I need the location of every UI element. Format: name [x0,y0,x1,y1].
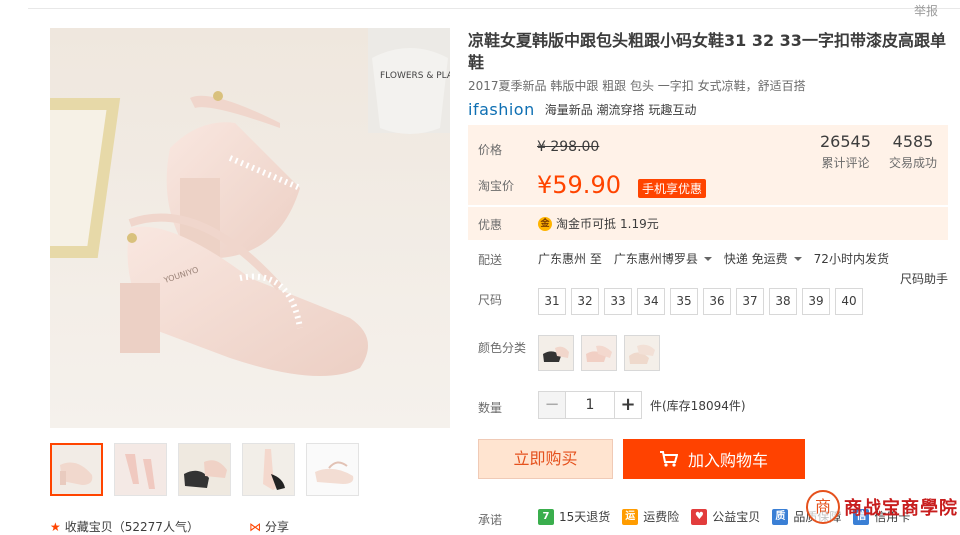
gallery-actions: ★ 收藏宝贝（52277人气） ⋈ 分享 [50,518,289,535]
promise-return[interactable]: 7 15天退货 [538,508,610,525]
coin-icon: 金 [538,216,552,231]
favorite-label: 收藏宝贝（52277人气） [64,520,199,534]
size-helper-link[interactable]: 尺码助手 [900,270,948,287]
color-option-beige[interactable] [624,335,660,371]
cart-icon [659,451,678,467]
promise-text: 15天退货 [559,510,611,524]
size-option[interactable]: 38 [769,288,797,315]
pot-print-text: FLOWERS & PLANTS [380,71,450,81]
dispatch-time: 72小时内发货 [813,252,889,266]
thumbnail-4[interactable] [242,443,295,496]
quality-icon: 质 [772,508,789,525]
promise-shipping-insurance[interactable]: 运运费险 [622,508,679,525]
color-option-black-white[interactable] [538,335,574,371]
reviews-label: 累计评论 [821,156,870,170]
promise-text: 运费险 [643,510,680,524]
heart-icon: ♥ [691,508,708,525]
transactions-count: 4585 [892,132,934,151]
shipping-row: 广东惠州 至 广东惠州博罗县 快递 免运费 72小时内发货 [538,250,889,267]
size-option[interactable]: 40 [835,288,863,315]
transactions-label: 交易成功 [889,156,938,170]
ship-method-dropdown[interactable]: 快递 免运费 [724,250,802,267]
ship-method-value: 快递 免运费 [723,252,788,266]
brand-tagline: 海量新品 潮流穿搭 玩趣互动 [544,103,697,117]
quantity-plus-button[interactable]: + [614,391,642,419]
shipping-insurance-icon: 运 [622,508,639,525]
quantity-input[interactable]: 1 [566,391,614,419]
original-price: ¥ 298.00 [537,139,600,155]
promise-label: 承诺 [478,513,503,527]
size-option[interactable]: 39 [802,288,830,315]
reviews-count: 26545 [820,132,871,151]
promise-text: 公益宝贝 [712,510,761,524]
chevron-down-icon [793,256,802,261]
size-option[interactable]: 37 [736,288,764,315]
thumbnail-3[interactable] [178,443,231,496]
reviews-stat[interactable]: 26545 累计评论 [820,132,871,171]
size-option[interactable]: 32 [571,288,599,315]
product-subtitle: 2017夏季新品 韩版中跟 粗跟 包头 一字扣 女式凉鞋，舒适百搭 [468,79,806,93]
color-options [538,335,660,371]
share-label: 分享 [264,520,289,534]
size-option[interactable]: 34 [637,288,665,315]
transactions-stat[interactable]: 4585 交易成功 [889,132,937,171]
buy-now-button[interactable]: 立即购买 [478,439,613,479]
quantity-minus-button[interactable]: − [538,391,566,419]
product-title: 凉鞋女夏韩版中跟包头粗跟小码女鞋31 32 33一字扣带漆皮高跟单鞋 [468,31,946,72]
add-to-cart-label: 加入购物车 [687,451,768,470]
favorite-button[interactable]: ★ 收藏宝贝（52277人气） [50,518,199,535]
thumbnail-5[interactable] [306,443,359,496]
taobao-price-label: 淘宝价 [478,179,515,193]
ifashion-logo[interactable]: ifashion [468,100,535,119]
size-option[interactable]: 35 [670,288,698,315]
share-icon: ⋈ [248,520,261,534]
ship-from: 广东惠州 至 [538,252,602,266]
quantity-stepper: − 1 + 件(库存18094件) [538,391,746,419]
add-to-cart-button[interactable]: 加入购物车 [623,439,805,479]
shipping-label: 配送 [478,253,503,267]
color-label: 颜色分类 [478,341,527,355]
size-option[interactable]: 36 [703,288,731,315]
ship-to-value: 广东惠州博罗县 [613,252,698,266]
shoe-photo: FLOWERS & PLANTS YOUNIYO [50,28,450,428]
coin-text: 淘金币可抵 [556,217,617,231]
watermark-logo: 商 商战宝商學院 [806,490,958,524]
main-product-image: FLOWERS & PLANTS YOUNIYO [50,28,450,428]
stock-info: 件(库存18094件) [650,398,746,413]
color-option-pink[interactable] [581,335,617,371]
report-link[interactable]: 举报 [914,2,938,19]
share-button[interactable]: ⋈ 分享 [249,518,289,535]
thumbnail-1[interactable] [50,443,103,496]
discount-label: 优惠 [478,218,503,232]
return-7day-icon: 7 [538,508,554,525]
size-option[interactable]: 33 [604,288,632,315]
size-option[interactable]: 31 [538,288,566,315]
brand-row: ifashion 海量新品 潮流穿搭 玩趣互动 [468,100,696,119]
thumbnail-strip [50,443,359,496]
quantity-label: 数量 [478,401,503,415]
sale-price: ¥59.90 [537,171,621,199]
ship-to-dropdown[interactable]: 广东惠州博罗县 [614,250,712,267]
coin-amount: 1.19元 [620,217,659,231]
watermark-seal-icon: 商 [806,490,840,524]
star-icon: ★ [50,520,61,534]
thumbnail-2[interactable] [114,443,167,496]
size-label: 尺码 [478,293,503,307]
promise-charity[interactable]: ♥ 公益宝贝 [691,508,760,525]
top-divider [28,8,960,9]
chevron-down-icon [703,256,712,261]
mobile-promo-badge[interactable]: 手机享优惠 [638,179,707,198]
size-options: 31 32 33 34 35 36 37 38 39 40 [538,288,863,315]
price-label: 价格 [478,143,503,157]
taojinbi-offer: 金 淘金币可抵 1.19元 [538,215,659,232]
watermark-text: 商战宝商學院 [844,498,958,519]
